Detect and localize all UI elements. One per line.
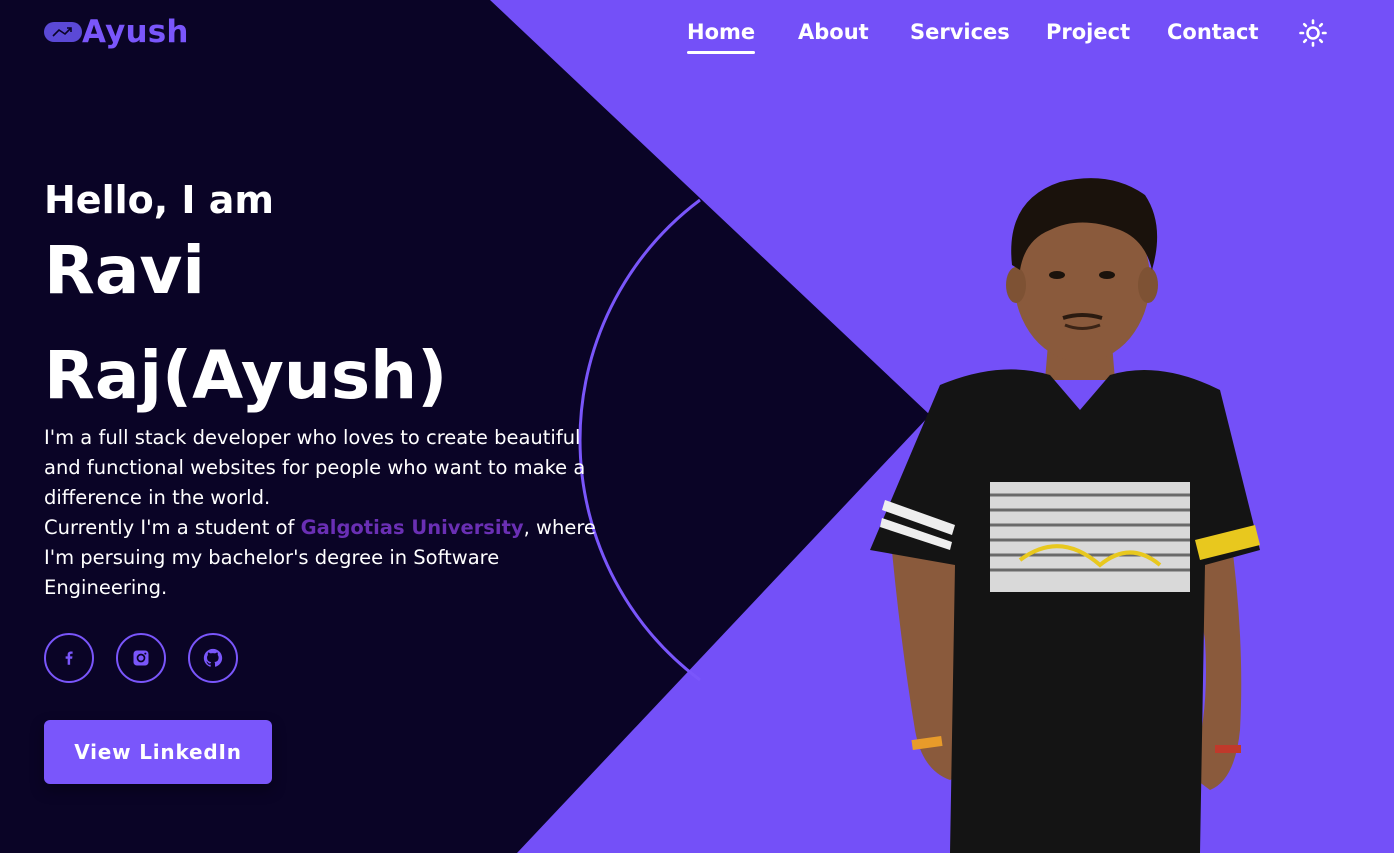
nav-about[interactable]: About: [798, 16, 869, 48]
social-links: [44, 633, 238, 683]
sun-icon[interactable]: [1298, 18, 1328, 48]
view-linkedin-button[interactable]: View LinkedIn: [44, 720, 272, 784]
profile-photo: [870, 178, 1260, 853]
nav-home[interactable]: Home: [687, 16, 756, 54]
bio-prefix: Currently I'm a student of: [44, 516, 301, 539]
hero-greeting: Hello, I am: [44, 178, 275, 222]
facebook-icon[interactable]: [44, 633, 94, 683]
nav-project[interactable]: Project: [1046, 16, 1130, 48]
portfolio-page: Ayush Home About Services Project Contac…: [0, 0, 1394, 853]
nav-contact[interactable]: Contact: [1167, 16, 1259, 48]
instagram-icon[interactable]: [116, 633, 166, 683]
hero-name: Ravi Raj(Ayush): [44, 232, 448, 414]
hero-bio: I'm a full stack developer who loves to …: [44, 423, 604, 603]
nav-services[interactable]: Services: [910, 16, 1010, 48]
github-icon[interactable]: [188, 633, 238, 683]
main-nav: Home About Services Project Contact: [0, 16, 1394, 56]
university-name: Galgotias University: [300, 516, 524, 539]
bio-line-1: I'm a full stack developer who loves to …: [44, 426, 586, 509]
